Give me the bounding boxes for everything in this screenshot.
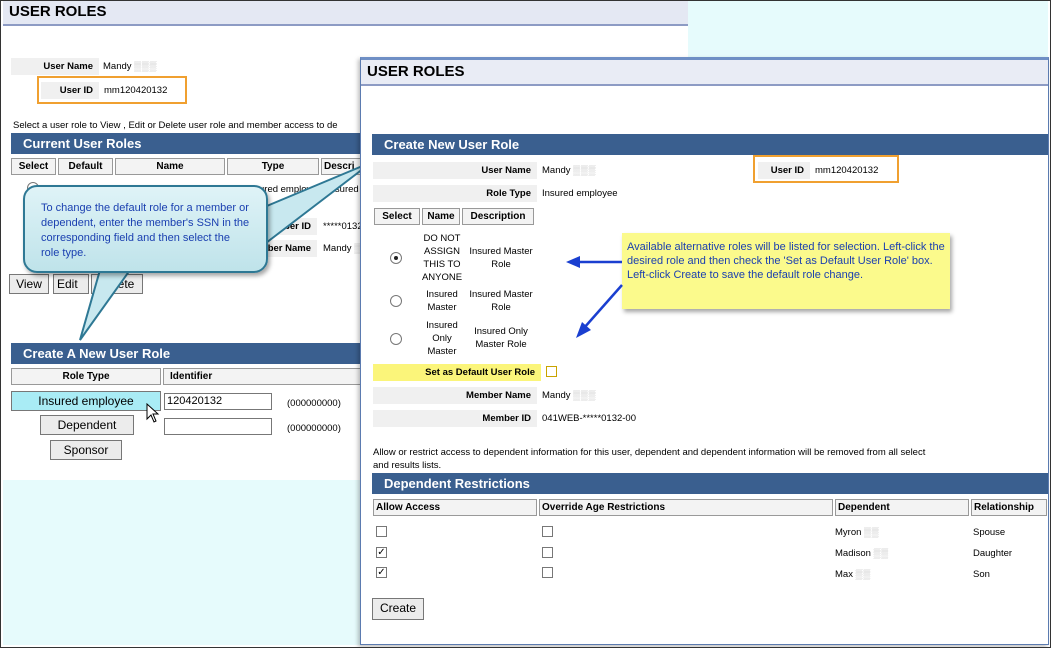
callout-arrows: [566, 256, 623, 338]
arrow-to-checkbox-line: [583, 284, 623, 329]
arrow-to-roles-icon: [566, 256, 580, 268]
